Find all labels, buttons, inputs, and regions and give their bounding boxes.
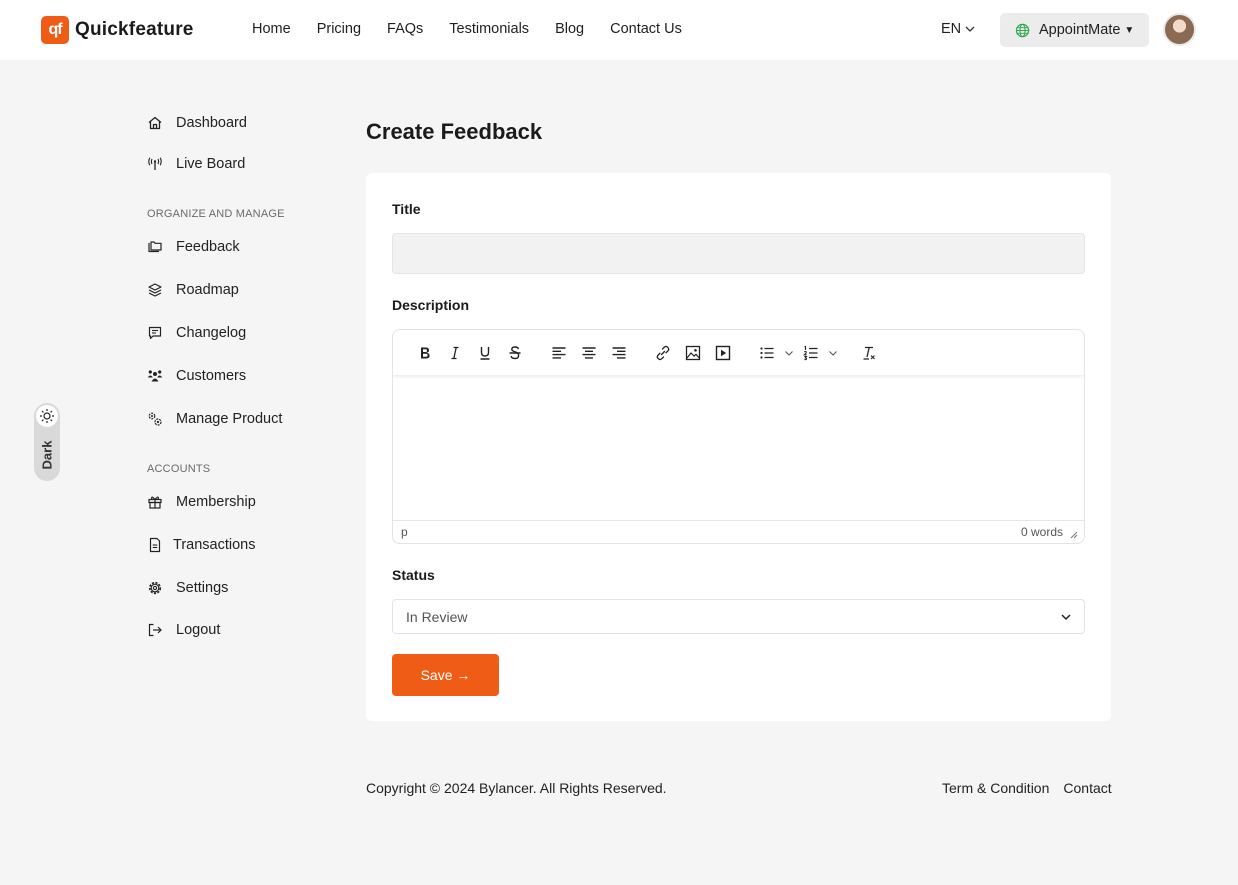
sidebar-item-roadmap[interactable]: Roadmap	[147, 277, 239, 303]
sidebar-item-live-board[interactable]: Live Board	[147, 151, 245, 177]
save-button[interactable]: Save →	[392, 654, 499, 696]
sidebar-item-logout[interactable]: Logout	[147, 617, 220, 643]
sidebar-item-label: Customers	[176, 368, 247, 384]
bold-icon[interactable]	[410, 338, 440, 368]
footer-link-terms[interactable]: Term & Condition	[942, 780, 1049, 796]
chevron-down-icon[interactable]	[782, 338, 796, 368]
sidebar-item-label: Changelog	[176, 325, 247, 341]
footer-links: Term & Condition Contact	[942, 780, 1112, 796]
numbered-list-icon[interactable]	[796, 338, 826, 368]
top-header: qf Quickfeature Home Pricing FAQs Testim…	[0, 0, 1238, 60]
sun-icon	[36, 405, 58, 427]
brand-name: Quickfeature	[75, 19, 194, 40]
gears-icon	[148, 412, 162, 426]
sidebar-item-label: Settings	[176, 580, 229, 596]
media-icon[interactable]	[708, 338, 738, 368]
align-left-icon[interactable]	[544, 338, 574, 368]
section-label-accounts: ACCOUNTS	[147, 463, 211, 475]
resize-handle-icon[interactable]	[1069, 530, 1078, 539]
link-icon[interactable]	[648, 338, 678, 368]
language-label: EN	[941, 21, 962, 37]
sidebar-item-label: Dashboard	[176, 115, 247, 131]
italic-icon[interactable]	[440, 338, 470, 368]
chevron-down-icon	[965, 26, 975, 32]
image-icon[interactable]	[678, 338, 708, 368]
language-selector[interactable]: EN	[941, 21, 975, 37]
sidebar-item-label: Logout	[176, 622, 221, 638]
create-feedback-form: Title Description p 0 words Status In Re…	[366, 173, 1111, 721]
sidebar-item-label: Membership	[176, 494, 256, 510]
nav-pricing[interactable]: Pricing	[317, 21, 361, 37]
nav-testimonials[interactable]: Testimonials	[449, 21, 529, 37]
user-avatar[interactable]	[1163, 13, 1196, 46]
title-input[interactable]	[392, 233, 1085, 274]
logo-mark: qf	[41, 16, 69, 44]
sidebar-item-label: Manage Product	[176, 411, 283, 427]
footer-link-contact[interactable]: Contact	[1063, 780, 1111, 796]
theme-toggle-label: Dark	[39, 440, 55, 470]
chevron-down-icon	[1061, 613, 1071, 620]
globe-icon	[1015, 23, 1030, 37]
theme-toggle[interactable]: Dark	[34, 403, 60, 481]
caret-down-icon: ▼	[1124, 24, 1135, 36]
workspace-switcher[interactable]: AppointMate ▼	[1000, 13, 1149, 47]
editor-content-area[interactable]	[393, 375, 1084, 521]
users-icon	[147, 370, 163, 382]
sidebar-item-label: Roadmap	[176, 282, 239, 298]
message-icon	[148, 326, 162, 340]
sidebar-item-dashboard[interactable]: Dashboard	[147, 110, 247, 136]
clear-formatting-icon[interactable]	[854, 338, 884, 368]
description-label: Description	[392, 297, 470, 313]
logout-icon	[148, 623, 162, 637]
sidebar-item-label: Live Board	[176, 156, 246, 172]
sidebar-item-feedback[interactable]: Feedback	[147, 234, 240, 260]
sidebar-item-changelog[interactable]: Changelog	[147, 320, 246, 346]
section-label-organize: ORGANIZE AND MANAGE	[147, 208, 285, 220]
rich-text-editor: p 0 words	[392, 329, 1085, 544]
title-label: Title	[392, 201, 421, 217]
sidebar-item-membership[interactable]: Membership	[147, 489, 256, 515]
align-right-icon[interactable]	[604, 338, 634, 368]
gift-icon	[148, 496, 162, 509]
layers-icon	[148, 283, 162, 297]
bullet-list-icon[interactable]	[752, 338, 782, 368]
sidebar-item-settings[interactable]: Settings	[147, 575, 228, 601]
nav-contact-us[interactable]: Contact Us	[610, 21, 682, 37]
workspace-name: AppointMate	[1039, 22, 1121, 38]
sidebar-item-manage-product[interactable]: Manage Product	[147, 406, 282, 432]
sidebar-item-label: Transactions	[173, 537, 256, 553]
copyright-text: Copyright © 2024 Bylancer. All Rights Re…	[366, 780, 667, 796]
chevron-down-icon[interactable]	[826, 338, 840, 368]
underline-icon[interactable]	[470, 338, 500, 368]
sidebar-item-customers[interactable]: Customers	[147, 363, 246, 389]
editor-toolbar	[393, 330, 1084, 375]
nav-home[interactable]: Home	[252, 21, 291, 37]
status-value: In Review	[406, 608, 468, 625]
settings-icon	[148, 581, 162, 595]
word-count: 0 words	[1020, 525, 1063, 539]
broadcast-icon	[148, 157, 162, 170]
brand-logo[interactable]: qf Quickfeature	[41, 16, 194, 44]
nav-faqs[interactable]: FAQs	[387, 21, 423, 37]
align-center-icon[interactable]	[574, 338, 604, 368]
status-label: Status	[392, 567, 435, 583]
main-nav: Home Pricing FAQs Testimonials Blog Cont…	[252, 21, 708, 37]
element-path: p	[401, 525, 408, 539]
folders-icon	[148, 241, 162, 253]
home-icon	[148, 116, 162, 130]
document-icon	[149, 537, 161, 553]
strikethrough-icon[interactable]	[500, 338, 530, 368]
sidebar-item-transactions[interactable]: Transactions	[147, 532, 255, 558]
page-title: Create Feedback	[366, 119, 543, 144]
editor-statusbar: p 0 words	[393, 520, 1084, 543]
sidebar-item-label: Feedback	[176, 239, 240, 255]
status-select[interactable]: In Review	[392, 599, 1085, 634]
nav-blog[interactable]: Blog	[555, 21, 584, 37]
